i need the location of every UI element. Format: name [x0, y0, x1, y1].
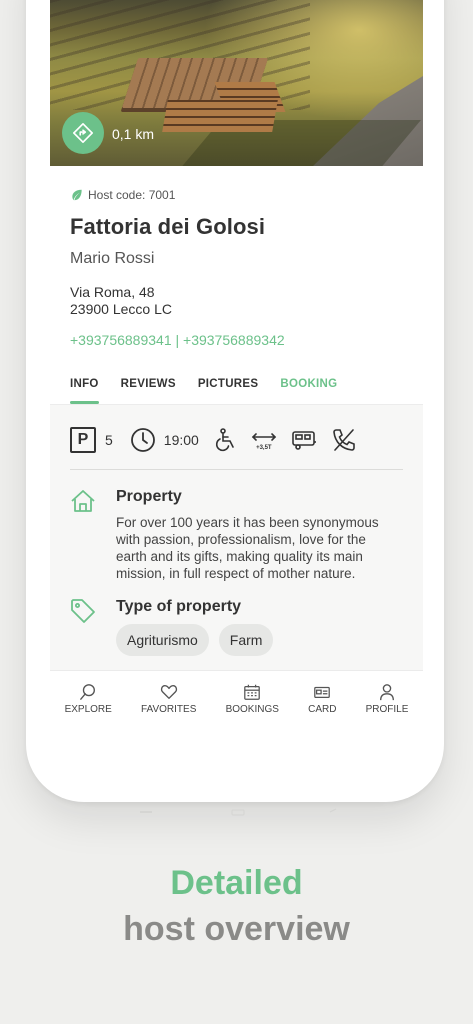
- nav-bookings[interactable]: BOOKINGS: [226, 683, 279, 715]
- closing-time: 19:00: [163, 432, 199, 448]
- nav-favorites[interactable]: FAVORITES: [141, 683, 196, 715]
- host-owner: Mario Rossi: [70, 250, 155, 267]
- address-line-2: 23900 Lecco LC: [70, 301, 172, 317]
- wheelchair-icon: [215, 428, 234, 452]
- parking-icon: P: [70, 427, 96, 453]
- property-title: Property: [116, 488, 182, 505]
- nav-bookings-label: BOOKINGS: [225, 703, 279, 715]
- address-line-1: Via Roma, 48: [70, 284, 155, 300]
- distance-label: 0,1 km: [112, 126, 155, 142]
- property-type-title: Type of property: [116, 598, 242, 615]
- host-code: Host code: 7001: [70, 188, 403, 202]
- hours-amenity: 19:00: [130, 427, 199, 453]
- info-panel: P 5 19:00 +3,5T Property For over 100 ye…: [50, 405, 423, 705]
- nav-profile[interactable]: PROFILE: [365, 683, 409, 715]
- bottom-navigation: EXPLORE FAVORITES BOOKINGS CARD PROFILE: [50, 670, 423, 726]
- directions-button[interactable]: [62, 112, 104, 154]
- tab-reviews[interactable]: REVIEWS: [121, 378, 176, 404]
- tab-pictures[interactable]: PICTURES: [198, 378, 259, 404]
- app-screen: 0,1 km Host code: 7001 Fattoria dei Golo…: [50, 0, 423, 726]
- chip-agriturismo[interactable]: Agriturismo: [116, 624, 209, 656]
- property-description: For over 100 years it has been synonymou…: [116, 515, 379, 581]
- no-phone-icon: [333, 429, 355, 451]
- system-home-icon: [231, 809, 245, 816]
- chip-farm[interactable]: Farm: [218, 624, 274, 656]
- nav-explore[interactable]: EXPLORE: [65, 683, 112, 715]
- property-type-section: Type of property Agriturismo Farm: [70, 598, 403, 656]
- host-code-label: Host code: 7001: [88, 188, 176, 202]
- property-type-chips: Agriturismo Farm: [116, 624, 274, 656]
- search-icon: [80, 683, 96, 700]
- host-name: Fattoria dei Golosi: [70, 214, 266, 239]
- leaf-icon: [72, 189, 82, 201]
- host-hero-image: 0,1 km: [50, 0, 423, 166]
- nav-explore-label: EXPLORE: [64, 703, 112, 715]
- nav-favorites-label: FAVORITES: [141, 703, 197, 715]
- system-navigation-bar: [140, 808, 337, 816]
- tagline-primary: Detailed: [170, 864, 303, 902]
- clock-icon: [130, 428, 155, 452]
- tag-icon: [71, 599, 95, 623]
- property-section: Property For over 100 years it has been …: [70, 488, 403, 582]
- heart-icon: [160, 684, 177, 699]
- directions-icon: [73, 123, 93, 143]
- nav-card-label: CARD: [308, 703, 337, 715]
- phone-frame: 0,1 km Host code: 7001 Fattoria dei Golo…: [26, 0, 444, 802]
- weight-label: +3,5T: [256, 444, 272, 451]
- tab-booking[interactable]: BOOKING: [280, 378, 337, 404]
- nav-profile-label: PROFILE: [365, 703, 409, 715]
- home-icon: [71, 490, 95, 512]
- vehicle-length-amenity: +3,5T: [251, 430, 277, 451]
- nav-card[interactable]: CARD: [308, 683, 336, 715]
- amenities-divider: [70, 469, 403, 470]
- parking-amenity: P 5: [70, 427, 113, 453]
- vehicle-length-icon: [251, 432, 276, 441]
- amenities-row: P 5 19:00 +3,5T: [70, 425, 403, 455]
- tagline-secondary: host overview: [123, 910, 350, 948]
- tab-info[interactable]: INFO: [70, 378, 99, 404]
- host-phones[interactable]: +393756889341 | +393756889342: [70, 332, 403, 348]
- user-icon: [380, 683, 394, 700]
- host-address: Via Roma, 48 23900 Lecco LC: [70, 284, 403, 318]
- system-menu-icon: [140, 811, 152, 813]
- parking-count: 5: [105, 432, 113, 448]
- card-icon: [314, 686, 331, 698]
- calendar-icon: [244, 684, 261, 700]
- system-back-icon: [329, 808, 337, 813]
- camper-icon: [292, 431, 316, 450]
- detail-tabs: INFO REVIEWS PICTURES BOOKING: [70, 378, 403, 404]
